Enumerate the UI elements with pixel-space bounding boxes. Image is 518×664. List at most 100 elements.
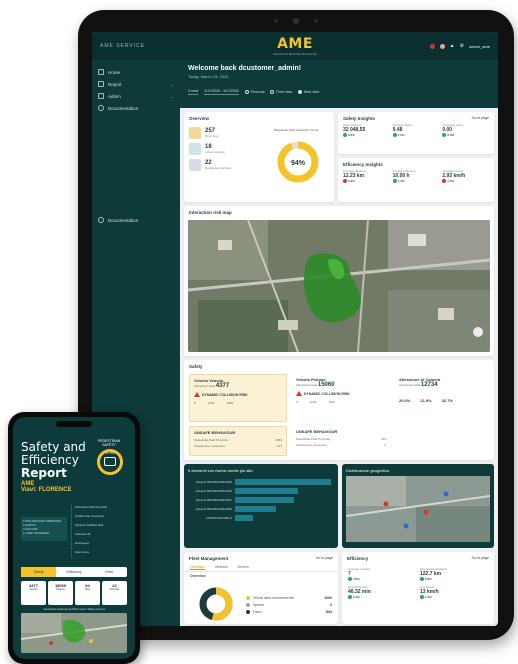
dashboard-screen: AME SERVICE AME Advanced Mobility Enterp… <box>92 32 498 626</box>
kpi-grid: Average distance 12.23 km 3,2% Average idl… <box>338 169 494 183</box>
tab-drivers[interactable]: Drivers <box>238 565 249 569</box>
product-mockup: AME SERVICE AME Advanced Mobility Enterp… <box>0 0 518 664</box>
bell-icon[interactable]: ▲ <box>450 43 455 49</box>
card-title: Overview <box>189 116 210 121</box>
kpi-card: 22 Vehicles <box>102 581 127 605</box>
up-icon <box>442 133 447 137</box>
kpi-item: Average idle time 10.00 h 1,4% <box>392 169 416 183</box>
kpi-item: Average Score 9.48 3,5% <box>392 123 413 137</box>
tab-overview[interactable]: Overview <box>190 565 205 570</box>
welcome-header: Welcome back dcustomer_admin! Today, Mar… <box>180 60 498 108</box>
period-select[interactable]: 3 mesi <box>188 89 199 95</box>
report-title: Safety and Efficiency Report <box>21 440 86 480</box>
efficiency-kpis: Average velocity 7 4.5% Kilometres travell… <box>342 563 494 603</box>
logo-text: AME <box>277 36 313 52</box>
kpi-grid: Total distance 32 048,55 6,6% Average Scor… <box>338 123 494 137</box>
phone-notch <box>56 421 92 427</box>
bar-row: AUDITSCAM 0001-9 <box>188 513 334 522</box>
risk-bar[interactable] <box>235 496 295 503</box>
risk-map-card: Interaction risk map <box>184 206 494 356</box>
map-caption: Interaction heatmap by Risk Level / Safe… <box>43 607 105 611</box>
audit-summary: TOTAL DEVICES OBSERVED 5 AUDITS 3 OFFICE… <box>21 517 67 541</box>
sidebar-item-label: Admin <box>108 93 121 99</box>
donut-value: 94% <box>291 160 306 167</box>
sidebar-item-label: Home <box>108 69 121 75</box>
kpi-item: Average distance 12.23 km 3,2% <box>343 169 367 183</box>
bar-row: Camerix SB-0000-0000-0022 <box>188 486 334 495</box>
tab-safety[interactable]: Safety <box>21 567 57 577</box>
phone-map-graphic <box>21 613 127 653</box>
pedestrian-safety-badge: PEDESTRIAN SAFETY <box>97 439 121 447</box>
safety-card: Safety Veicolo Veicolo Interazioni total… <box>184 360 494 460</box>
ame-logo[interactable]: AME Advanced Mobility Enterprise <box>250 36 340 56</box>
info-icon <box>98 217 104 223</box>
tab-vehicles[interactable]: Vehicles <box>215 565 228 569</box>
brand-label: AME SERVICE <box>100 43 146 49</box>
alert-icon[interactable] <box>429 43 435 49</box>
bar-label: Camerix SB-0000-0000-0024 <box>195 506 232 511</box>
date-label: Today, March 13, 2023 <box>188 74 229 79</box>
map-graphic <box>188 220 490 352</box>
bar-row: Camerix SB-0000-0000-0017 <box>188 495 334 504</box>
radio-fleet[interactable]: Fleet view <box>270 90 292 94</box>
kpi-item: Kilometres travelled 122.7 km 8.8% <box>420 567 447 581</box>
up-icon <box>348 577 352 581</box>
up-icon <box>420 577 424 581</box>
registered-icon <box>189 159 201 171</box>
main-content: Welcome back dcustomer_admin! Today, Mar… <box>180 60 498 626</box>
card-title: Safety Insights <box>343 116 376 121</box>
up-icon <box>392 179 397 183</box>
notification-icon[interactable] <box>439 43 445 49</box>
down-icon <box>442 179 447 183</box>
down-icon <box>343 179 347 183</box>
sidebar-footer-documentation[interactable]: Documentation <box>98 214 174 226</box>
phone-heatmap[interactable] <box>21 613 127 653</box>
bar-label: Camerix SB-0000-0000-0022 <box>195 488 232 493</box>
date-range-input[interactable]: 3/17/2025 - 3/17/2025 <box>204 89 239 95</box>
fleet-legend: Veicoli attivi recentemente 1000 Spento 0 … <box>246 594 332 615</box>
radio-best[interactable]: Best view <box>298 90 319 94</box>
tab-fleet[interactable]: Fleet <box>92 567 127 577</box>
page-title: Welcome back dcustomer_admin! <box>188 65 302 72</box>
tablet-sensor <box>314 19 318 23</box>
kpi-item: Speeding event 0.00 0,0% <box>442 123 464 137</box>
sidebar-item-documentation[interactable]: Documentation <box>98 102 174 114</box>
tablet-sensor <box>274 19 278 23</box>
fleet-donut <box>199 587 233 621</box>
tablet-device: AME SERVICE AME Advanced Mobility Enterp… <box>78 10 514 640</box>
geo-map[interactable] <box>345 476 491 542</box>
up-icon <box>420 595 424 599</box>
logo-tagline: Advanced Mobility Enterprise <box>273 52 317 56</box>
bar-label: Camerix SB-0000-0000-0017 <box>195 497 232 502</box>
sidebar-item-label: Documentation <box>108 105 139 111</box>
vehicle-icon <box>189 143 201 155</box>
donut-title: Pedestrian Risk Interaction Trend <box>273 128 319 132</box>
sidebar-item-report[interactable]: Report ⌄ <box>98 78 174 90</box>
go-to-page-link[interactable]: Go to page <box>472 556 489 560</box>
fullscreen-icon <box>473 327 483 337</box>
sidebar-item-admin[interactable]: Admin ⌄ <box>98 90 174 102</box>
go-to-page-link[interactable]: Go to page <box>472 116 489 120</box>
risk-bar[interactable] <box>235 514 254 521</box>
go-to-page-link[interactable]: Go to page <box>316 556 333 560</box>
risk-bar[interactable] <box>235 487 299 494</box>
kpi-card: 15060 Pedone <box>48 581 73 605</box>
up-icon <box>348 595 352 599</box>
settings-icon[interactable]: ⚙ <box>460 43 464 49</box>
user-menu[interactable]: admin_ame <box>469 44 490 49</box>
sidebar-item-home[interactable]: Home <box>98 66 174 78</box>
bar-label: AUDITSCAM 0001-9 <box>206 515 232 520</box>
top-actions: ▲ ⚙ admin_ame <box>340 43 490 49</box>
satellite-map[interactable] <box>188 220 490 352</box>
risk-bar[interactable] <box>235 505 276 512</box>
risk-bar[interactable] <box>235 478 331 485</box>
behaviour-list: Pedestrian Path Proximity Unsafe lane mo… <box>71 505 125 559</box>
risk-donut: 94% <box>277 141 319 183</box>
tab-efficiency[interactable]: Efficiency <box>56 567 91 577</box>
radio-personal[interactable]: Personal <box>244 90 264 94</box>
up-icon <box>343 133 347 137</box>
bar-label: Camerix SB-0000-0000-0019 <box>195 479 232 484</box>
sidebar-item-label: Documentation <box>108 217 139 223</box>
phone-screen: Safety and Efficiency Report AME Viavi: … <box>13 417 135 659</box>
efficiency-card: Efficiency Go to page Average velocity 7 4… <box>342 552 494 624</box>
